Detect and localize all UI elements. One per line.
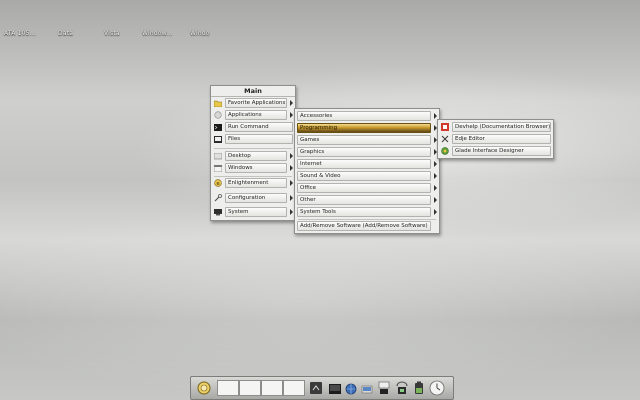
- clock-icon[interactable]: [429, 380, 445, 396]
- menu-item-enlightenment[interactable]: e Enlightenment: [213, 178, 293, 188]
- submenu-arrow-icon: [434, 185, 437, 191]
- start-icon[interactable]: [197, 380, 211, 395]
- main-menu-title: Main: [211, 86, 295, 97]
- menu-separator: [214, 176, 292, 177]
- menu-item-label: Programming: [297, 123, 431, 133]
- devhelp-icon: [440, 123, 449, 132]
- desktop-item-ata[interactable]: ATA 105...: [4, 30, 36, 37]
- submenu-arrow-icon: [290, 153, 293, 159]
- menu-item-system[interactable]: System: [213, 207, 293, 217]
- pager-desk-1[interactable]: [217, 380, 239, 396]
- battery-icon: [413, 380, 425, 395]
- shelf-taskbar: [190, 376, 454, 400]
- submenu-arrow-icon: [290, 209, 293, 215]
- menu-item-edje-editor[interactable]: Edje Editor: [440, 134, 551, 144]
- submenu-arrow-icon: [290, 100, 293, 106]
- menu-item-label: Desktop: [225, 151, 287, 161]
- desktop-icon-row: ATA 105... Data Vista Window... Windo: [0, 30, 640, 42]
- desktop-item-windo[interactable]: Windo: [190, 30, 210, 37]
- menu-item-label: Internet: [297, 159, 431, 169]
- menu-item-label: Add/Remove Software (Add/Remove Software…: [297, 221, 431, 231]
- submenu-arrow-icon: [290, 195, 293, 201]
- terminal-icon: [213, 123, 222, 132]
- menu-item-add-remove-software[interactable]: Add/Remove Software (Add/Remove Software…: [297, 221, 431, 231]
- wrench-icon: [213, 194, 222, 203]
- menu-item-label: Applications: [225, 110, 287, 120]
- main-menu: Main Favorite Applications Applications …: [210, 85, 296, 221]
- menu-item-other[interactable]: Other: [297, 195, 437, 205]
- menu-item-glade[interactable]: Glade Interface Designer: [440, 146, 551, 156]
- pager-desk-2[interactable]: [239, 380, 261, 396]
- menu-item-label: Windows: [225, 163, 287, 173]
- menu-separator: [298, 219, 436, 220]
- menu-item-label: Enlightenment: [225, 178, 287, 188]
- submenu-arrow-icon: [434, 197, 437, 203]
- filemanager-icon[interactable]: [361, 380, 373, 395]
- menu-item-label: Graphics: [297, 147, 431, 157]
- menu-item-programming[interactable]: Programming: [297, 123, 437, 133]
- menu-item-label: Run Command: [225, 122, 293, 132]
- menu-item-accessories[interactable]: Accessories: [297, 111, 437, 121]
- pager-desk-4[interactable]: [283, 380, 305, 396]
- pager-desk-3[interactable]: [261, 380, 283, 396]
- menu-item-label: Office: [297, 183, 431, 193]
- menu-item-label: Configuration: [225, 193, 287, 203]
- menu-item-label: Other: [297, 195, 431, 205]
- windows-icon: [213, 164, 222, 173]
- glade-icon: [440, 147, 449, 156]
- system-icon: [213, 208, 222, 217]
- menu-item-internet[interactable]: Internet: [297, 159, 437, 169]
- desktop-item-window[interactable]: Window...: [142, 30, 173, 37]
- menu-item-office[interactable]: Office: [297, 183, 437, 193]
- menu-item-label: System: [225, 207, 287, 217]
- mixer-icon[interactable]: [309, 380, 323, 395]
- desktop-item-vista[interactable]: Vista: [104, 30, 120, 37]
- menu-item-games[interactable]: Games: [297, 135, 437, 145]
- desktop-item-data[interactable]: Data: [58, 30, 73, 37]
- submenu-arrow-icon: [434, 209, 437, 215]
- menu-item-files[interactable]: Files: [213, 134, 293, 144]
- menu-item-graphics[interactable]: Graphics: [297, 147, 437, 157]
- submenu-arrow-icon: [290, 180, 293, 186]
- menu-item-applications[interactable]: Applications: [213, 110, 293, 120]
- submenu-arrow-icon: [290, 112, 293, 118]
- temperature-icon: [395, 380, 409, 395]
- submenu-arrow-icon: [434, 161, 437, 167]
- browser-icon[interactable]: [345, 380, 357, 395]
- desktop-icon: [213, 152, 222, 161]
- menu-item-label: Games: [297, 135, 431, 145]
- menu-item-label: System Tools: [297, 207, 431, 217]
- menu-item-label: Files: [225, 134, 293, 144]
- menu-item-system-tools[interactable]: System Tools: [297, 207, 437, 217]
- programming-submenu: Devhelp (Documentation Browser) Edje Edi…: [437, 119, 554, 159]
- submenu-arrow-icon: [290, 165, 293, 171]
- menu-item-label: Glade Interface Designer: [452, 146, 551, 156]
- menu-item-label: Sound & Video: [297, 171, 431, 181]
- menu-item-label: Favorite Applications: [225, 98, 287, 108]
- file-manager-icon: [213, 135, 222, 144]
- menu-item-windows[interactable]: Windows: [213, 163, 293, 173]
- menu-item-label: Devhelp (Documentation Browser): [452, 122, 551, 132]
- menu-item-desktop[interactable]: Desktop: [213, 151, 293, 161]
- svg-text:e: e: [216, 181, 219, 187]
- enlightenment-icon: e: [213, 179, 222, 188]
- menu-item-configuration[interactable]: Configuration: [213, 193, 293, 203]
- menu-item-favorite-applications[interactable]: Favorite Applications: [213, 98, 293, 108]
- menu-item-devhelp[interactable]: Devhelp (Documentation Browser): [440, 122, 551, 132]
- menu-separator: [214, 148, 292, 149]
- edje-icon: [440, 135, 449, 144]
- menu-item-label: Accessories: [297, 111, 431, 121]
- terminal-icon[interactable]: [329, 380, 341, 395]
- menu-item-run-command[interactable]: Run Command: [213, 122, 293, 132]
- submenu-arrow-icon: [434, 173, 437, 179]
- menu-item-label: Edje Editor: [452, 134, 551, 144]
- cpu-icon: [377, 380, 391, 395]
- star-folder-icon: [213, 99, 222, 108]
- menu-item-sound-video[interactable]: Sound & Video: [297, 171, 437, 181]
- applications-submenu: Accessories Programming Games Graphics I…: [294, 108, 440, 234]
- applications-icon: [213, 111, 222, 120]
